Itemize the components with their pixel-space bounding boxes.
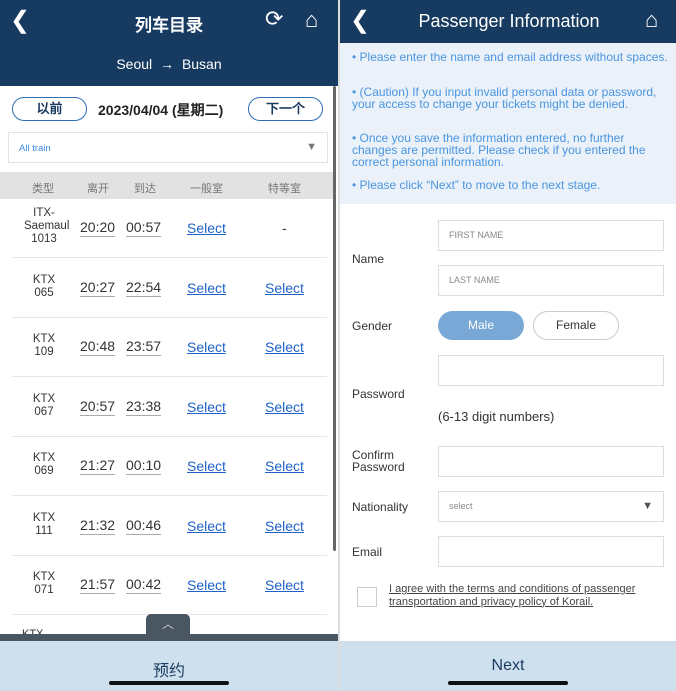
- train-type: ITX-Saemaul 1013: [24, 207, 70, 245]
- select-first-class-link[interactable]: Select: [265, 577, 304, 593]
- confirm-password-input[interactable]: [438, 446, 664, 477]
- arrow-right-icon: →: [160, 56, 175, 72]
- train-type: KTX 069: [32, 452, 56, 477]
- depart-time: 20:27: [80, 278, 116, 297]
- first-name-input[interactable]: FIRST NAME: [438, 220, 664, 251]
- arrive-time: 00:57: [126, 219, 162, 237]
- train-type: KTX 067: [32, 392, 56, 418]
- nationality-value: select: [449, 501, 473, 511]
- password-label: Password: [352, 387, 405, 401]
- select-first-class-link[interactable]: Select: [265, 339, 304, 355]
- name-label: Name: [352, 252, 385, 266]
- gender-female-button[interactable]: Female: [533, 311, 619, 340]
- agree-terms-link[interactable]: I agree with the terms and conditions of…: [389, 583, 669, 608]
- notice-item: • Once you save the information entered,…: [352, 131, 646, 169]
- dropdown-arrow-icon: ▼: [642, 500, 653, 512]
- reserve-label: 预约: [152, 663, 185, 680]
- depart-time: 20:57: [80, 397, 116, 416]
- table-row: KTX 065 20:27 22:54 Select Select: [12, 259, 327, 318]
- train-type: KTX 109: [32, 333, 56, 358]
- route-to: Busan: [181, 56, 222, 72]
- email-label: Email: [352, 545, 383, 559]
- select-first-class-link[interactable]: Select: [265, 399, 304, 415]
- depart-time: 21:32: [80, 516, 116, 535]
- col-first: 特等室: [268, 183, 301, 195]
- depart-time: 20:20: [80, 219, 116, 237]
- nationality-select[interactable]: select ▼: [438, 491, 664, 522]
- col-general: 一般室: [190, 183, 223, 195]
- arrive-time: 00:10: [126, 457, 162, 475]
- home-indicator: [448, 681, 568, 685]
- train-type: KTX 065: [32, 273, 56, 299]
- home-icon[interactable]: ⌂: [305, 7, 318, 33]
- email-input[interactable]: [438, 536, 664, 567]
- train-type: KTX 111: [32, 511, 56, 537]
- table-row: ITX-Saemaul 1013 20:20 00:57 Select -: [12, 199, 327, 258]
- train-list-screen: ❮ 列车目录 ⟳ ⌂ Seoul → Busan 以前 2023/04/04 (…: [0, 0, 338, 691]
- route: Seoul → Busan: [0, 56, 338, 72]
- train-filter-select[interactable]: All train ▼: [8, 132, 328, 163]
- chevron-up-icon: ︿: [161, 617, 174, 631]
- notice-item: • Please click “Next” to move to the nex…: [352, 178, 601, 192]
- select-first-class-link[interactable]: Select: [265, 458, 304, 474]
- select-general-link[interactable]: Select: [187, 399, 226, 415]
- agree-checkbox[interactable]: [357, 587, 377, 607]
- depart-time: 20:48: [80, 338, 116, 356]
- depart-time: 21:27: [80, 457, 116, 475]
- notice-item: • (Caution) If you input invalid persona…: [352, 85, 657, 111]
- train-type: KTX 071: [32, 571, 56, 596]
- select-general-link[interactable]: Select: [187, 518, 226, 534]
- nationality-label: Nationality: [352, 500, 409, 514]
- arrive-time: 00:42: [126, 576, 162, 594]
- password-input[interactable]: [438, 355, 664, 386]
- notice-item: • Please enter the name and email addres…: [352, 50, 668, 64]
- col-depart: 离开: [87, 183, 109, 195]
- dropdown-arrow-icon: ▼: [306, 141, 317, 153]
- table-row: KTX 071 21:57 00:42 Select Select: [12, 556, 327, 615]
- select-general-link[interactable]: Select: [187, 339, 226, 355]
- confirm-password-label: Confirm Password: [352, 448, 405, 474]
- select-first-class-link: -: [282, 220, 287, 236]
- last-name-input[interactable]: LAST NAME: [438, 265, 664, 296]
- table-row: KTX 067 20:57 23:38 Select Select: [12, 378, 327, 437]
- arrive-time: 00:46: [126, 516, 162, 535]
- scrollbar[interactable]: [333, 86, 336, 551]
- select-general-link[interactable]: Select: [187, 458, 226, 474]
- home-icon[interactable]: ⌂: [645, 7, 658, 33]
- table-row: KTX 069 21:27 00:10 Select Select: [12, 437, 327, 496]
- depart-time: 21:57: [80, 576, 116, 594]
- passenger-info-screen: ❮ Passenger Information ⌂ • Please enter…: [338, 0, 676, 691]
- arrive-time: 22:54: [126, 278, 162, 297]
- col-arrive: 到达: [134, 183, 156, 195]
- next-button[interactable]: Next: [340, 641, 676, 691]
- gender-label: Gender: [352, 319, 393, 333]
- select-general-link[interactable]: Select: [187, 220, 226, 236]
- next-day-button[interactable]: 下一个: [248, 97, 323, 121]
- select-first-class-link[interactable]: Select: [265, 518, 304, 534]
- expand-handle[interactable]: ︿: [146, 614, 190, 638]
- home-indicator: [109, 681, 229, 685]
- arrive-time: 23:57: [126, 338, 162, 356]
- gender-male-button[interactable]: Male: [438, 311, 524, 340]
- header: ❮ 列车目录 ⟳ ⌂ Seoul → Busan: [0, 0, 338, 86]
- page-title: 列车目录: [135, 16, 203, 35]
- table-row: KTX 109 20:48 23:57 Select Select: [12, 318, 327, 377]
- refresh-icon[interactable]: ⟳: [265, 6, 283, 32]
- date-label: 2023/04/04 (星期二): [98, 102, 224, 118]
- route-from: Seoul: [116, 56, 153, 72]
- arrive-time: 23:38: [126, 397, 162, 416]
- header: ❮ Passenger Information ⌂: [340, 0, 676, 43]
- next-label: Next: [491, 657, 525, 674]
- select-general-link[interactable]: Select: [187, 280, 226, 296]
- page-title: Passenger Information: [418, 11, 600, 31]
- select-first-class-link[interactable]: Select: [265, 280, 304, 296]
- reserve-button[interactable]: 预约: [0, 641, 338, 691]
- password-hint: (6-13 digit numbers): [438, 409, 555, 424]
- filter-value: All train: [19, 143, 51, 154]
- prev-day-button[interactable]: 以前: [12, 97, 87, 121]
- table-row: KTX 111 21:32 00:46 Select Select: [12, 497, 327, 556]
- col-type: 类型: [32, 183, 54, 195]
- select-general-link[interactable]: Select: [187, 577, 226, 593]
